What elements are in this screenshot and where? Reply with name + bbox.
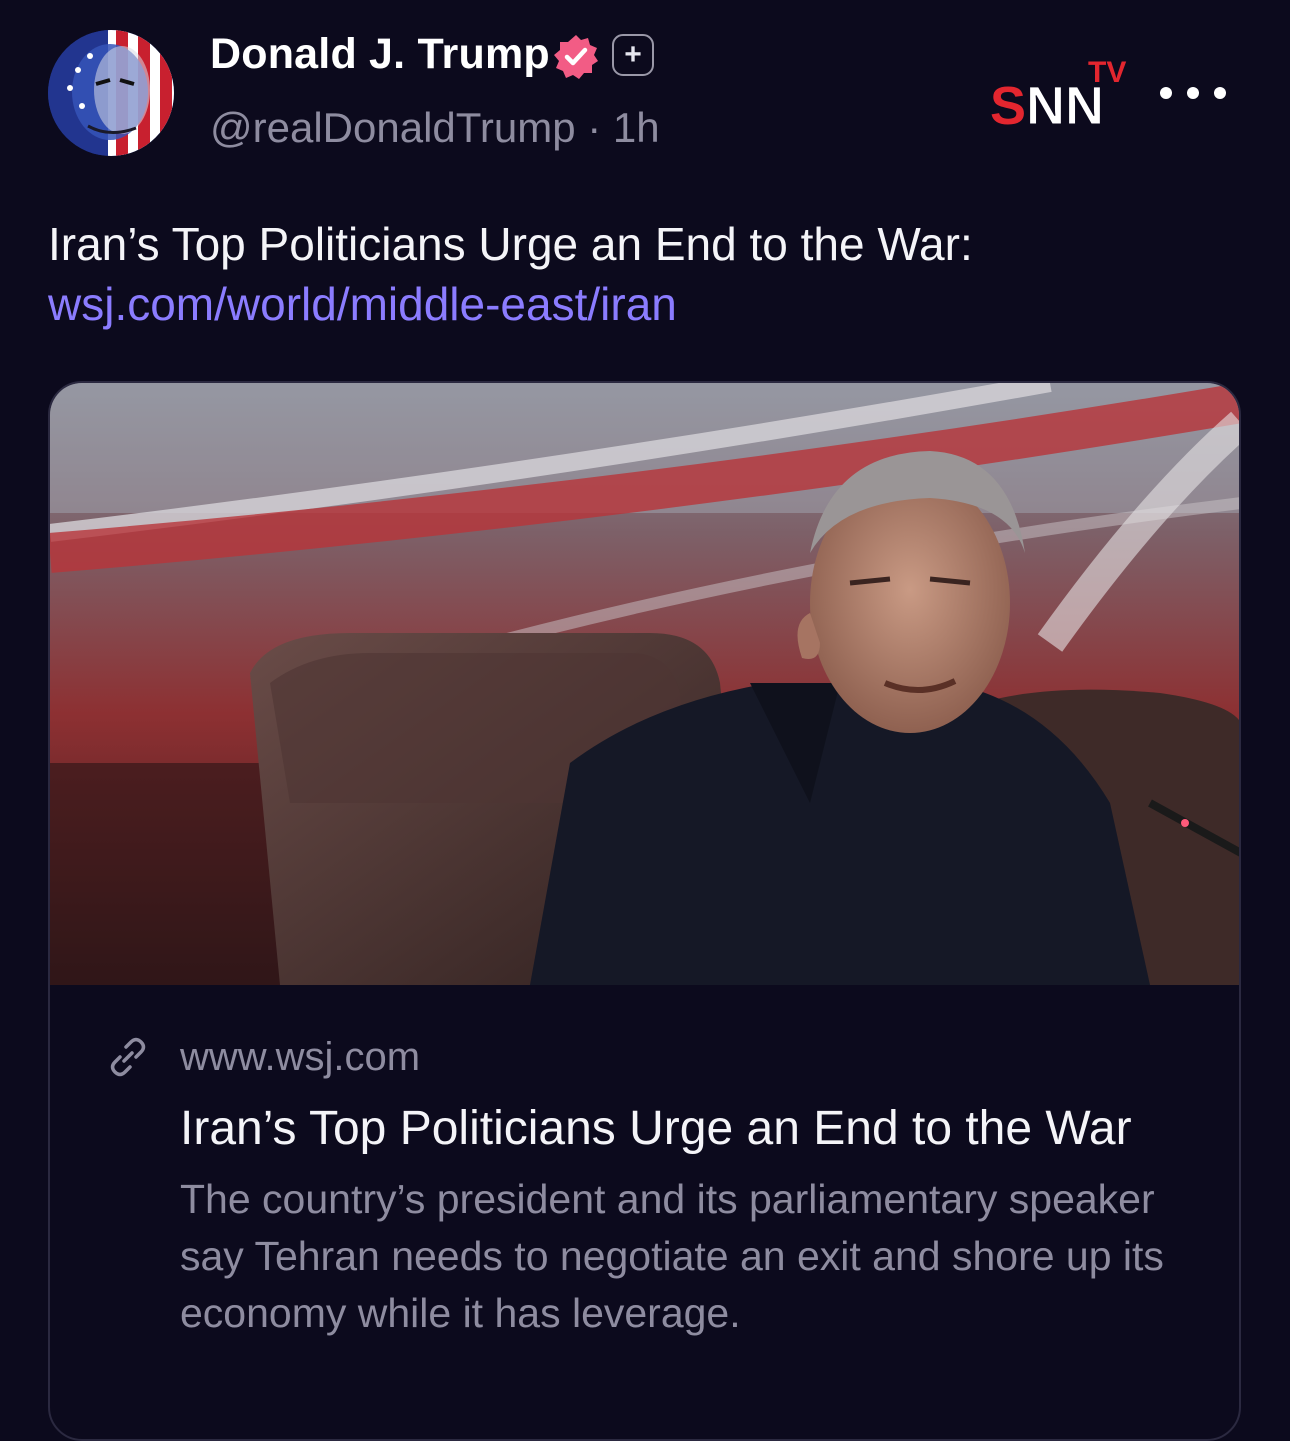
link-preview-card[interactable]: www.wsj.com Iran’s Top Politicians Urge … <box>48 381 1241 1441</box>
link-icon <box>110 1037 146 1077</box>
snn-tv-logo: TV SNN S <box>990 56 1126 132</box>
svg-text:S: S <box>990 76 1026 132</box>
card-domain: www.wsj.com <box>180 1035 421 1079</box>
verified-badge-icon <box>554 35 598 79</box>
separator-dot: · <box>587 104 602 151</box>
more-dot-icon <box>1214 87 1226 99</box>
author-handle[interactable]: @realDonaldTrump <box>210 104 576 151</box>
handle-row: @realDonaldTrump · 1h <box>210 104 660 152</box>
card-title[interactable]: Iran’s Top Politicians Urge an End to th… <box>180 1101 1132 1156</box>
avatar-image <box>48 30 174 156</box>
more-dot-icon <box>1160 87 1172 99</box>
post-link[interactable]: wsj.com/world/middle-east/iran <box>48 274 1248 334</box>
plus-badge[interactable]: + <box>612 34 654 76</box>
more-dot-icon <box>1187 87 1199 99</box>
card-image[interactable] <box>50 383 1239 985</box>
more-options-button[interactable] <box>1160 72 1226 114</box>
author-name[interactable]: Donald J. Trump <box>210 30 550 79</box>
post-text: Iran’s Top Politicians Urge an End to th… <box>48 218 973 270</box>
post-body: Iran’s Top Politicians Urge an End to th… <box>48 214 1248 334</box>
article-photo <box>50 383 1239 985</box>
card-description: The country’s president and its parliame… <box>180 1176 1164 1336</box>
avatar[interactable] <box>48 30 174 156</box>
post-timestamp[interactable]: 1h <box>613 104 660 151</box>
